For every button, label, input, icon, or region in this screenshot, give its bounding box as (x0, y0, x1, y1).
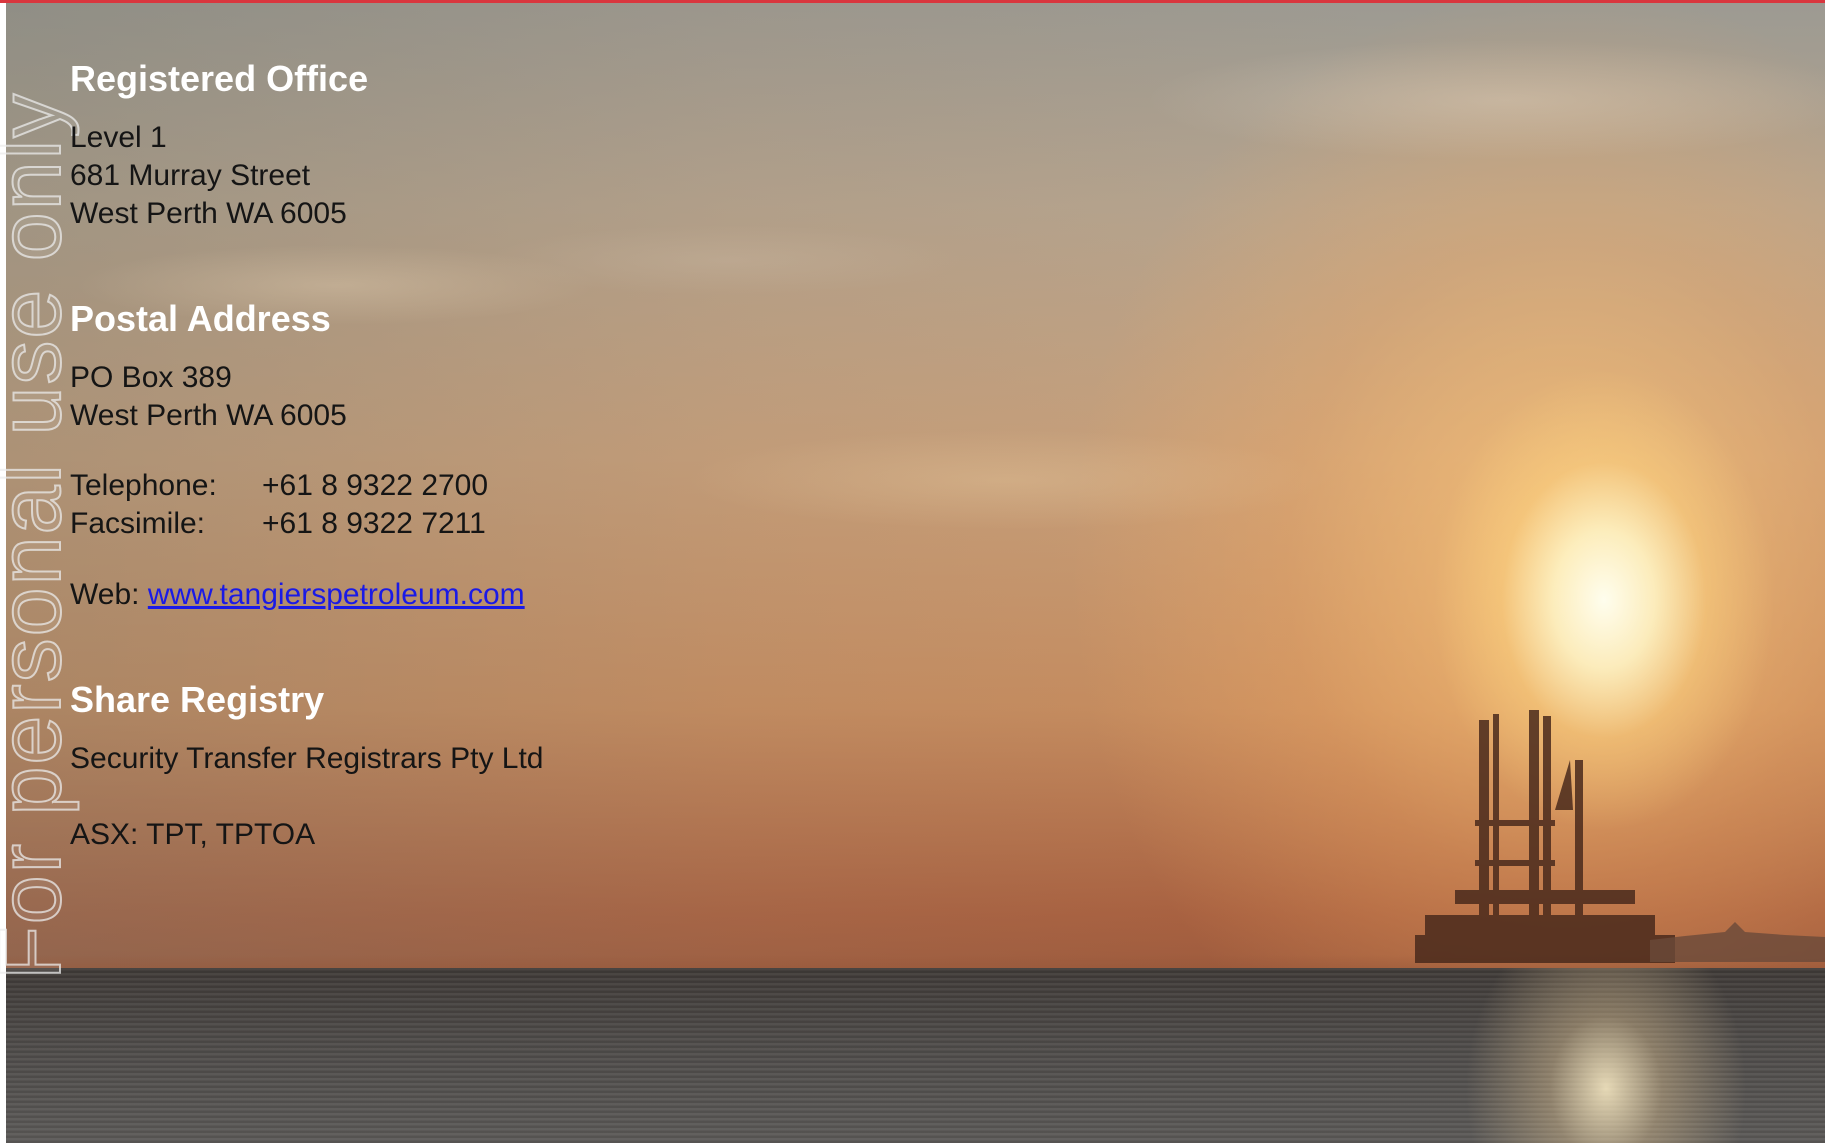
telephone-row: Telephone: +61 8 9322 2700 (70, 467, 488, 505)
address-line: West Perth WA 6005 (70, 197, 347, 230)
slide: For personal use only Registered Office … (0, 0, 1825, 1143)
sea-image (6, 968, 1825, 1143)
share-registry-name: Security Transfer Registrars Pty Ltd (70, 742, 544, 775)
facsimile-value: +61 8 9322 7211 (262, 507, 486, 540)
website-link[interactable]: www.tangierspetroleum.com (148, 578, 525, 611)
web-row: Web: www.tangierspetroleum.com (70, 576, 525, 614)
address-line: West Perth WA 6005 (70, 399, 347, 432)
facsimile-label: Facsimile: (70, 507, 206, 540)
asx-codes: ASX: TPT, TPTOA (70, 818, 316, 851)
address-line: 681 Murray Street (70, 159, 311, 192)
registered-office-address: Level 1 681 Murray Street West Perth WA … (70, 119, 347, 233)
postal-address: PO Box 389 West Perth WA 6005 (70, 359, 347, 435)
top-accent-line (0, 0, 1825, 3)
postal-address-heading: Postal Address (70, 298, 331, 339)
facsimile-row: Facsimile: +61 8 9322 7211 (70, 505, 488, 543)
telephone-value: +61 8 9322 2700 (262, 469, 489, 502)
registered-office-heading: Registered Office (70, 58, 369, 99)
watermark-text: For personal use only (0, 91, 80, 981)
address-line: Level 1 (70, 121, 167, 154)
web-label: Web: (70, 578, 140, 611)
address-line: PO Box 389 (70, 361, 232, 394)
oil-rig-silhouette (1415, 710, 1825, 963)
share-registry-heading: Share Registry (70, 679, 325, 720)
telephone-label: Telephone: (70, 469, 217, 502)
contact-block: Telephone: +61 8 9322 2700 Facsimile: +61 … (70, 467, 488, 543)
